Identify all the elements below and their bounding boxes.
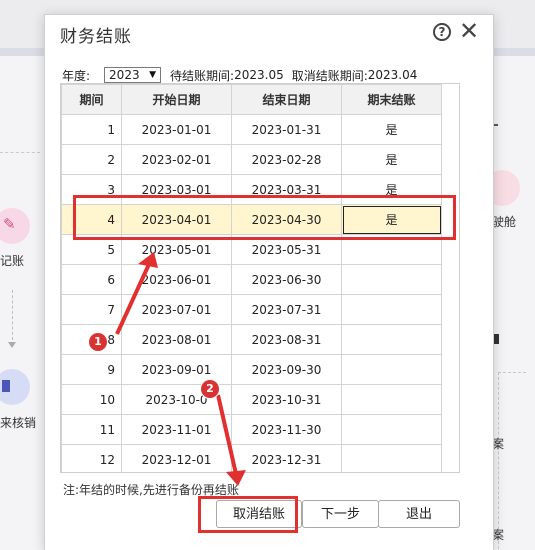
cancel-period-value: 2023.04 [367, 68, 418, 82]
table-row[interactable]: 1 2023-01-01 2023-01-31 是 [61, 114, 442, 145]
end-date-cell[interactable]: 2023-12-31 [231, 444, 342, 472]
end-date-cell[interactable]: 2023-10-31 [231, 384, 342, 415]
end-date-cell[interactable]: 2023-07-31 [231, 294, 342, 325]
table-row[interactable]: 6 2023-06-01 2023-06-30 [61, 264, 442, 295]
period-cell[interactable]: 6 [61, 264, 122, 295]
document-icon [2, 380, 10, 392]
table-row[interactable]: 11 2023-11-01 2023-11-30 [61, 414, 442, 445]
highlight-box-button [198, 496, 298, 533]
table-row[interactable]: 12 2023-12-01 2023-12-31 [61, 444, 442, 472]
closed-cell[interactable] [341, 264, 442, 295]
table-row[interactable]: 9 2023-09-01 2023-09-30 [61, 354, 442, 385]
pending-period-value: 2023.05 [234, 68, 284, 82]
start-date-cell[interactable]: 2023-12-01 [121, 444, 232, 472]
header-start-date: 开始日期 [121, 84, 232, 115]
period-table-frame[interactable]: 期间 开始日期 结束日期 期末结账 1 2023-01-01 2023-01-31 是… [60, 83, 460, 473]
financial-closing-dialog: 财务结账 ? ✕ 年度: 2023 ▼ 待结账期间: 2023.05 取消结账期… [44, 14, 494, 550]
start-date-cell[interactable]: 2023-11-01 [121, 414, 232, 445]
help-circle-icon[interactable]: ? [433, 23, 451, 41]
start-date-cell[interactable]: 2023-01-01 [121, 114, 232, 145]
header-closed: 期末结账 [341, 84, 442, 115]
period-cell[interactable]: 9 [61, 354, 122, 385]
close-icon[interactable]: ✕ [459, 17, 479, 45]
background-divider [0, 152, 40, 153]
start-date-cell[interactable]: 2023-06-01 [121, 264, 232, 295]
exit-button[interactable]: 退出 [378, 500, 460, 528]
pencil-icon: ✎ [3, 215, 16, 233]
closed-cell[interactable] [341, 294, 442, 325]
header-period: 期间 [61, 84, 122, 115]
year-select[interactable]: 2023 ▼ [104, 67, 162, 83]
end-date-cell[interactable]: 2023-02-28 [231, 144, 342, 175]
header-end-date: 结束日期 [231, 84, 342, 115]
period-cell[interactable]: 1 [61, 114, 122, 145]
end-date-cell[interactable]: 2023-01-31 [231, 114, 342, 145]
start-date-cell[interactable]: 2023-07-01 [121, 294, 232, 325]
dialog-title: 财务结账 [60, 27, 132, 47]
table-row[interactable]: 2 2023-02-01 2023-02-28 是 [61, 144, 442, 175]
cancel-period-label: 取消结账期间: [291, 68, 368, 83]
table-row[interactable]: 8 2023-08-01 2023-08-31 [61, 324, 442, 355]
closed-cell[interactable] [341, 324, 442, 355]
table-row[interactable]: 7 2023-07-01 2023-07-31 [61, 294, 442, 325]
end-date-cell[interactable]: 2023-09-30 [231, 354, 342, 385]
bg-item-bookkeeping[interactable]: 记账 [0, 252, 24, 269]
period-cell[interactable]: 10 [61, 384, 122, 415]
closed-cell[interactable] [341, 444, 442, 472]
closed-cell[interactable] [341, 354, 442, 385]
highlight-box-row [73, 195, 456, 240]
period-cell[interactable]: 7 [61, 294, 122, 325]
end-date-cell[interactable]: 2023-08-31 [231, 324, 342, 355]
closed-cell[interactable] [341, 414, 442, 445]
period-table: 期间 开始日期 结束日期 期末结账 1 2023-01-01 2023-01-31 是… [61, 84, 442, 472]
year-label: 年度: [62, 68, 91, 83]
end-date-cell[interactable]: 2023-11-30 [231, 414, 342, 445]
step-badge-1: 1 [88, 332, 108, 352]
background-flow-line [12, 290, 13, 340]
background-dashed-box [498, 372, 499, 549]
pending-period-label: 待结账期间: [170, 68, 235, 83]
closed-cell[interactable]: 是 [341, 144, 442, 175]
background-dashed-box-top [498, 372, 526, 373]
closed-cell[interactable] [341, 384, 442, 415]
filter-row: 年度: 2023 ▼ 待结账期间: 2023.05 取消结账期间: 2023.0… [62, 66, 417, 84]
table-header-row: 期间 开始日期 结束日期 期末结账 [61, 84, 442, 115]
arrow-down-icon [8, 342, 16, 348]
bg-item-cockpit[interactable]: 驶舱 [492, 213, 516, 230]
period-cell[interactable]: 11 [61, 414, 122, 445]
end-date-cell[interactable]: 2023-06-30 [231, 264, 342, 295]
closed-cell[interactable]: 是 [341, 114, 442, 145]
next-step-button[interactable]: 下一步 [302, 500, 379, 528]
step-badge-2: 2 [200, 379, 220, 399]
chevron-down-icon: ▼ [149, 70, 157, 80]
period-cell[interactable]: 2 [61, 144, 122, 175]
bg-item-writeoff[interactable]: 来核销 [0, 414, 36, 431]
period-cell[interactable]: 12 [61, 444, 122, 472]
start-date-cell[interactable]: 2023-02-01 [121, 144, 232, 175]
year-select-value: 2023 [109, 68, 140, 82]
bg-mark [494, 124, 498, 126]
table-row[interactable]: 10 2023-10-0 2023-10-31 [61, 384, 442, 415]
start-date-cell[interactable]: 2023-08-01 [121, 324, 232, 355]
